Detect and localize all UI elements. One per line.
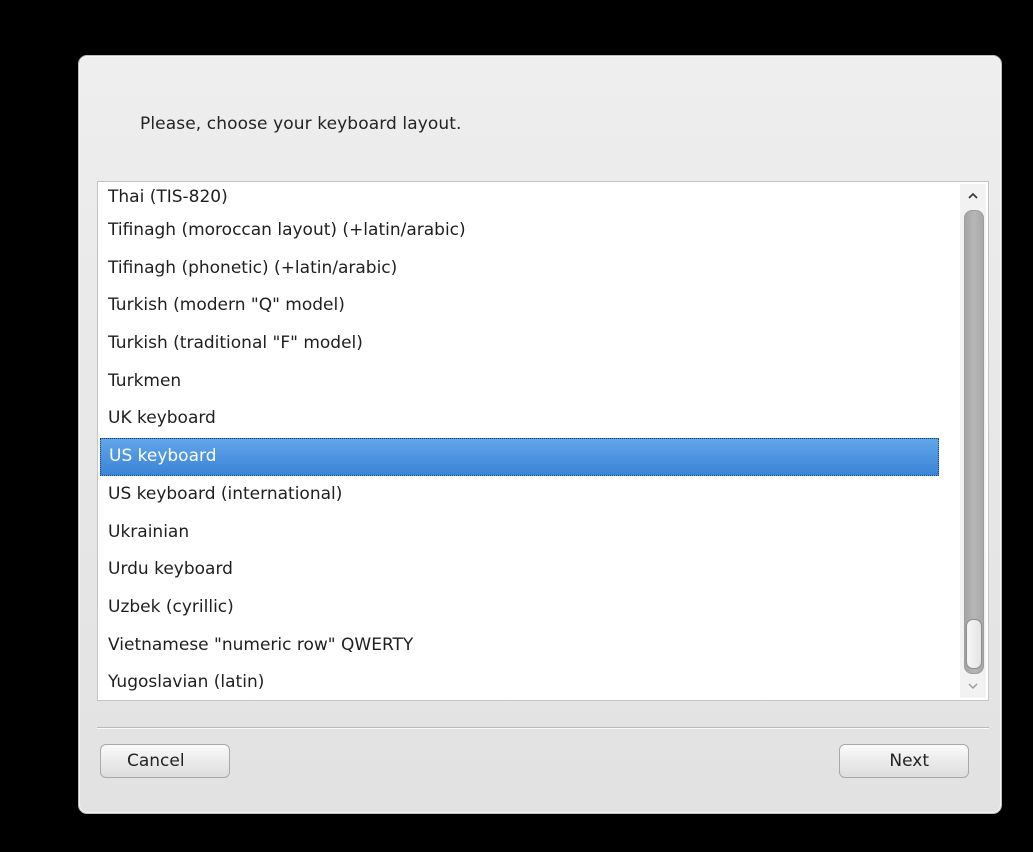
list-item[interactable]: Turkish (modern "Q" model): [100, 287, 939, 325]
list-item[interactable]: Uzbek (cyrillic): [100, 589, 939, 627]
list-item[interactable]: Ukrainian: [100, 514, 939, 552]
next-button[interactable]: Next: [839, 744, 969, 778]
list-item[interactable]: Tifinagh (phonetic) (+latin/arabic): [100, 250, 939, 288]
list-item[interactable]: Urdu keyboard: [100, 551, 939, 589]
vertical-scrollbar[interactable]: [960, 184, 986, 698]
keyboard-layout-dialog: Please, choose your keyboard layout. Tha…: [78, 55, 1002, 814]
chevron-down-icon[interactable]: [960, 674, 986, 698]
list-item[interactable]: Turkmen: [100, 363, 939, 401]
list-item-selected[interactable]: US keyboard: [100, 438, 939, 476]
list-item[interactable]: Tifinagh (moroccan layout) (+latin/arabi…: [100, 212, 939, 250]
list-item[interactable]: UK keyboard: [100, 400, 939, 438]
separator: [97, 727, 989, 729]
list-item[interactable]: Thai (TIS-820): [100, 183, 939, 212]
cancel-button[interactable]: Cancel: [100, 744, 230, 778]
scrollbar-track[interactable]: [964, 210, 984, 674]
list-item[interactable]: Yugoslavian (latin): [100, 664, 939, 700]
chevron-up-icon[interactable]: [960, 184, 986, 208]
scrollbar-thumb[interactable]: [966, 619, 982, 669]
keyboard-layout-list[interactable]: Thai (TIS-820) Tifinagh (moroccan layout…: [97, 181, 989, 701]
screen: Please, choose your keyboard layout. Tha…: [0, 0, 1033, 852]
list-item[interactable]: Turkish (traditional "F" model): [100, 325, 939, 363]
list-item[interactable]: US keyboard (international): [100, 476, 939, 514]
dialog-prompt: Please, choose your keyboard layout.: [140, 114, 462, 134]
list-viewport: Thai (TIS-820) Tifinagh (moroccan layout…: [100, 183, 939, 700]
list-item[interactable]: Vietnamese "numeric row" QWERTY: [100, 627, 939, 665]
